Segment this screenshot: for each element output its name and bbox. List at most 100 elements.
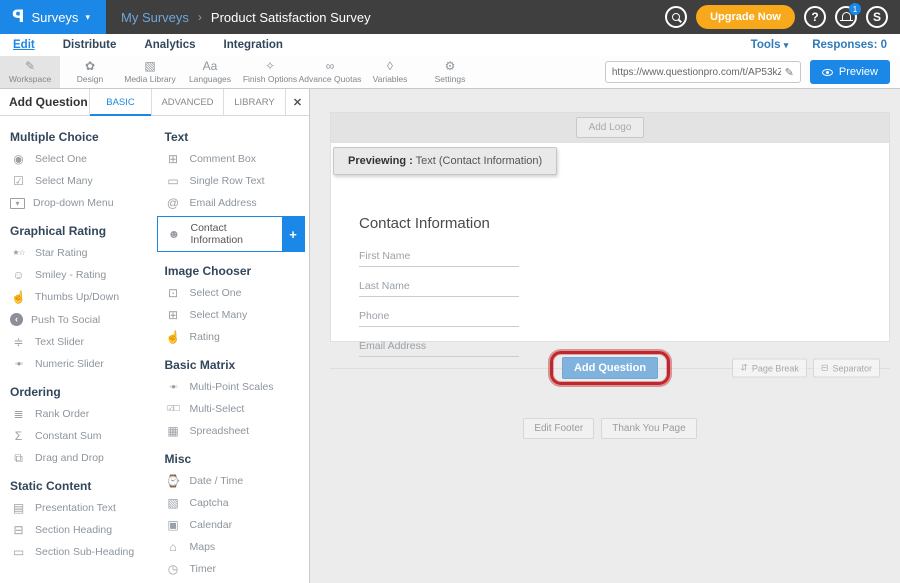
question-type-single-row-text[interactable]: ▭Single Row Text: [155, 170, 310, 192]
tab-library[interactable]: LIBRARY: [223, 89, 285, 115]
question-type-select-many[interactable]: ☑Select Many: [0, 170, 155, 192]
toolbar-item-languages[interactable]: AaLanguages: [180, 56, 240, 88]
toolbar-item-advance-quotas[interactable]: ∞Advance Quotas: [300, 56, 360, 88]
contact-information-preview: Contact Information First NameLast NameP…: [331, 143, 889, 357]
toolbar-item-label: Variables: [373, 74, 408, 84]
preview-button[interactable]: Preview: [810, 60, 890, 84]
section-multiple-choice: Multiple Choice◉Select One☑Select Many▾D…: [0, 120, 155, 214]
question-type-drop-down-menu[interactable]: ▾Drop-down Menu: [0, 192, 155, 214]
smiley-rating-icon: ☺: [10, 269, 27, 281]
question-type-rank-order[interactable]: ≣Rank Order: [0, 403, 155, 425]
question-type-section-sub-heading[interactable]: ▭ Section Sub-Heading: [0, 541, 155, 563]
section-ordering: Ordering≣Rank OrderΣConstant Sum⧉Drag an…: [0, 375, 155, 469]
question-type-thumbs-up-down[interactable]: ☝Thumbs Up/Down: [0, 286, 155, 308]
toolbar-item-finish-options[interactable]: ✧Finish Options: [240, 56, 300, 88]
toolbar-item-media-library[interactable]: ▧Media Library: [120, 56, 180, 88]
question-type-constant-sum[interactable]: ΣConstant Sum: [0, 425, 155, 447]
help-button[interactable]: ?: [804, 6, 826, 28]
question-type-label: Drag and Drop: [35, 452, 104, 464]
breadcrumb-survey-title: Product Satisfaction Survey: [211, 10, 371, 25]
nav-tab-analytics[interactable]: Analytics: [144, 39, 195, 51]
star-rating-icon: ★☆: [10, 247, 27, 259]
contact-information-icon: ☻: [166, 228, 183, 240]
add-question-panel: Add Question BASIC ADVANCED LIBRARY ✕ Mu…: [0, 89, 310, 583]
notifications-button[interactable]: 1: [835, 6, 857, 28]
question-type-rating[interactable]: ☝Rating: [155, 326, 310, 348]
select-one-radio-icon: ◉: [10, 153, 27, 165]
section-sub-heading-icon: ▭: [10, 546, 27, 558]
email-address-icon: @: [165, 197, 182, 209]
nav-tab-edit[interactable]: Edit: [13, 39, 35, 51]
thank-you-page-button[interactable]: Thank You Page: [601, 418, 696, 439]
add-logo-button[interactable]: Add Logo: [576, 117, 645, 138]
toolbar-item-design[interactable]: ✿Design: [60, 56, 120, 88]
question-type-date-time[interactable]: ⌚Date / Time: [155, 470, 310, 492]
toolbar-item-variables[interactable]: ◊Variables: [360, 56, 420, 88]
edit-footer-button[interactable]: Edit Footer: [523, 418, 594, 439]
nav-tab-integration[interactable]: Integration: [224, 39, 283, 51]
editor-toolbar: ✎Workspace✿Design▧Media LibraryAaLanguag…: [0, 56, 900, 89]
question-type-drag-and-drop[interactable]: ⧉Drag and Drop: [0, 447, 155, 469]
question-type-select-one[interactable]: ◉Select One: [0, 148, 155, 170]
question-type-label: Section Sub-Heading: [35, 546, 134, 558]
section-static-content: Static Content▤Presentation Text⊟Section…: [0, 469, 155, 563]
question-type-select-many[interactable]: ⊞Select Many: [155, 304, 310, 326]
question-type-label: Constant Sum: [35, 430, 102, 442]
question-type-label: Timer: [190, 563, 216, 575]
edit-url-pencil-icon[interactable]: ✎: [785, 66, 794, 79]
question-type-contact-information[interactable]: ☻Contact Information+: [157, 216, 306, 252]
question-type-label: Thumbs Up/Down: [35, 291, 119, 303]
tools-menu[interactable]: Tools ▾: [751, 39, 789, 51]
survey-url-box[interactable]: https://www.questionpro.com/t/AP53kZgUI …: [605, 61, 801, 83]
toolbar-item-label: Media Library: [124, 74, 176, 84]
question-type-push-to-social[interactable]: ‹Push To Social: [0, 308, 155, 331]
toolbar-item-label: Languages: [189, 74, 231, 84]
form-field-first-name[interactable]: First Name: [359, 244, 519, 267]
question-type-email-address[interactable]: @Email Address: [155, 192, 310, 214]
upgrade-now-button[interactable]: Upgrade Now: [696, 5, 795, 29]
responses-count-link[interactable]: Responses: 0: [812, 39, 887, 51]
surveys-app-menu[interactable]: P Surveys ▾: [0, 0, 106, 34]
user-avatar[interactable]: S: [866, 6, 888, 28]
toolbar-item-settings[interactable]: ⚙Settings: [420, 56, 480, 88]
question-type-label: Select Many: [35, 175, 93, 187]
toolbar-item-workspace[interactable]: ✎Workspace: [0, 56, 60, 88]
separator-button[interactable]: ⊟Separator: [813, 359, 880, 378]
section-image-chooser: Image Chooser⊡Select One⊞Select Many☝Rat…: [155, 254, 310, 348]
main-area: Add Question BASIC ADVANCED LIBRARY ✕ Mu…: [0, 89, 900, 583]
add-question-button[interactable]: Add Question: [562, 357, 658, 379]
breadcrumb-my-surveys[interactable]: My Surveys: [121, 10, 189, 25]
question-type-select-one[interactable]: ⊡Select One: [155, 282, 310, 304]
question-type-presentation-text[interactable]: ▤Presentation Text: [0, 497, 155, 519]
media-library-icon: ▧: [144, 60, 155, 73]
question-type-maps[interactable]: ⌂Maps: [155, 536, 310, 558]
question-type-multi-select[interactable]: ☑☐Multi-Select: [155, 398, 310, 420]
close-panel-button[interactable]: ✕: [285, 89, 309, 115]
question-type-label: Spreadsheet: [190, 425, 250, 437]
form-field-phone[interactable]: Phone: [359, 304, 519, 327]
advance-quotas-links-icon: ∞: [326, 60, 335, 73]
section-heading-icon: ⊟: [10, 524, 27, 536]
question-type-timer[interactable]: ◷Timer: [155, 558, 310, 580]
question-type-section-heading[interactable]: ⊟Section Heading: [0, 519, 155, 541]
question-type-calendar[interactable]: ▣Calendar: [155, 514, 310, 536]
form-field-last-name[interactable]: Last Name: [359, 274, 519, 297]
tab-advanced[interactable]: ADVANCED: [151, 89, 223, 115]
nav-tab-distribute[interactable]: Distribute: [63, 39, 117, 51]
add-contact-information-plus-button[interactable]: +: [282, 217, 304, 251]
question-type-text-slider[interactable]: ≑Text Slider: [0, 331, 155, 353]
question-type-smiley-rating[interactable]: ☺Smiley - Rating: [0, 264, 155, 286]
question-type-spreadsheet[interactable]: ▦Spreadsheet: [155, 420, 310, 442]
section-misc: Misc⌚Date / Time▧Captcha▣Calendar⌂Maps◷T…: [155, 442, 310, 580]
date-time-icon: ⌚: [165, 475, 182, 487]
search-button[interactable]: [665, 6, 687, 28]
previewing-tab: Previewing : Text (Contact Information): [333, 147, 557, 175]
question-type-multi-point-scales[interactable]: ◦●◦Multi-Point Scales: [155, 376, 310, 398]
eye-icon: [822, 69, 833, 76]
question-type-comment-box[interactable]: ⊞Comment Box: [155, 148, 310, 170]
page-break-button[interactable]: ⇵Page Break: [732, 359, 807, 378]
tab-basic[interactable]: BASIC: [89, 89, 151, 115]
question-type-star-rating[interactable]: ★☆Star Rating: [0, 242, 155, 264]
question-type-numeric-slider[interactable]: ◦●◦Numeric Slider: [0, 353, 155, 375]
question-type-captcha[interactable]: ▧Captcha: [155, 492, 310, 514]
